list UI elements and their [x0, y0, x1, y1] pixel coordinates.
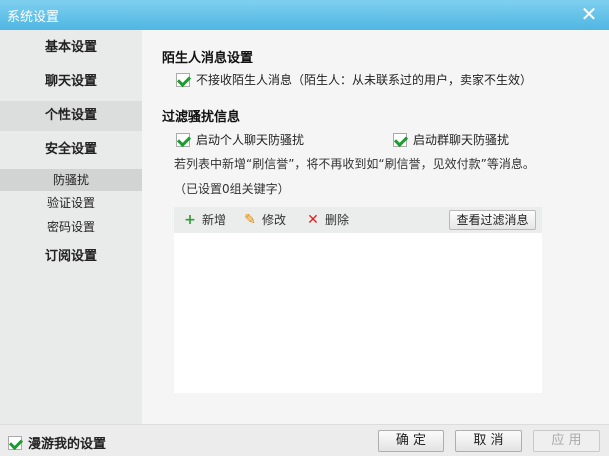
delete-x-icon: ✕ — [307, 212, 319, 228]
close-icon[interactable]: ✕ — [579, 3, 599, 25]
reject-stranger-label: 不接收陌生人消息（陌生人：从未联系过的用户，卖家不生效） — [196, 73, 533, 87]
view-filtered-messages-button[interactable]: 查看过滤消息 — [449, 210, 536, 230]
sidebar-subitem-anti-harassment[interactable]: 防骚扰 — [0, 169, 142, 191]
roam-settings-checkbox[interactable]: 漫游我的设置 — [8, 433, 106, 452]
list-toolbar: + 新增 ✎ 修改 ✕ 删除 查看过滤消息 — [174, 207, 542, 233]
sidebar-item-basic[interactable]: 基本设置 — [0, 33, 142, 63]
edit-keyword-button[interactable]: ✎ 修改 — [244, 207, 286, 233]
reject-stranger-checkbox[interactable]: 不接收陌生人消息（陌生人：从未联系过的用户，卖家不生效） — [176, 71, 532, 88]
sidebar-item-security[interactable]: 安全设置 — [0, 135, 142, 165]
filter-section-title: 过滤骚扰信息 — [162, 110, 241, 125]
checkbox-checked-icon — [8, 435, 22, 450]
edit-label: 修改 — [262, 213, 287, 227]
pencil-icon: ✎ — [244, 212, 256, 228]
ok-button[interactable]: 确 定 — [378, 430, 444, 452]
sidebar-item-personalize[interactable]: 个性设置 — [0, 101, 142, 131]
stranger-section-title: 陌生人消息设置 — [162, 51, 254, 66]
add-keyword-button[interactable]: + 新增 — [184, 207, 226, 233]
keyword-count-note: （已设置0组关键字） — [174, 182, 290, 196]
footer-bar: 漫游我的设置 确 定 取 消 应 用 — [0, 424, 609, 456]
sidebar-item-subscription[interactable]: 订阅设置 — [0, 242, 142, 272]
checkbox-checked-icon — [176, 132, 190, 147]
roam-settings-label: 漫游我的设置 — [28, 437, 107, 452]
personal-chat-checkbox[interactable]: 启动个人聊天防骚扰 — [176, 131, 304, 148]
checkbox-checked-icon — [176, 72, 190, 87]
title-bar: 系统设置 ✕ — [0, 0, 609, 30]
group-chat-checkbox[interactable]: 启动群聊天防骚扰 — [393, 131, 509, 148]
personal-chat-label: 启动个人聊天防骚扰 — [196, 133, 305, 147]
sidebar-subitem-password[interactable]: 密码设置 — [0, 216, 142, 238]
window-title: 系统设置 — [7, 10, 60, 25]
plus-icon: + — [184, 212, 196, 228]
apply-button[interactable]: 应 用 — [533, 430, 600, 452]
filter-example-note: 若列表中新增“刷信誉”，将不再收到如“刷信誉，见效付款”等消息。 — [174, 157, 535, 171]
keyword-list[interactable]: + 新增 ✎ 修改 ✕ 删除 查看过滤消息 — [174, 207, 542, 393]
sidebar-item-chat[interactable]: 聊天设置 — [0, 67, 142, 97]
checkbox-checked-icon — [393, 132, 407, 147]
add-label: 新增 — [202, 213, 227, 227]
content-panel: 陌生人消息设置 不接收陌生人消息（陌生人：从未联系过的用户，卖家不生效） 过滤骚… — [142, 30, 609, 424]
sidebar-subitem-verification[interactable]: 验证设置 — [0, 192, 142, 214]
cancel-button[interactable]: 取 消 — [455, 430, 522, 452]
group-chat-label: 启动群聊天防骚扰 — [413, 133, 510, 147]
delete-keyword-button[interactable]: ✕ 删除 — [307, 207, 349, 233]
sidebar: 基本设置 聊天设置 个性设置 安全设置 防骚扰 验证设置 密码设置 订阅设置 — [0, 30, 142, 424]
delete-label: 删除 — [325, 213, 350, 227]
